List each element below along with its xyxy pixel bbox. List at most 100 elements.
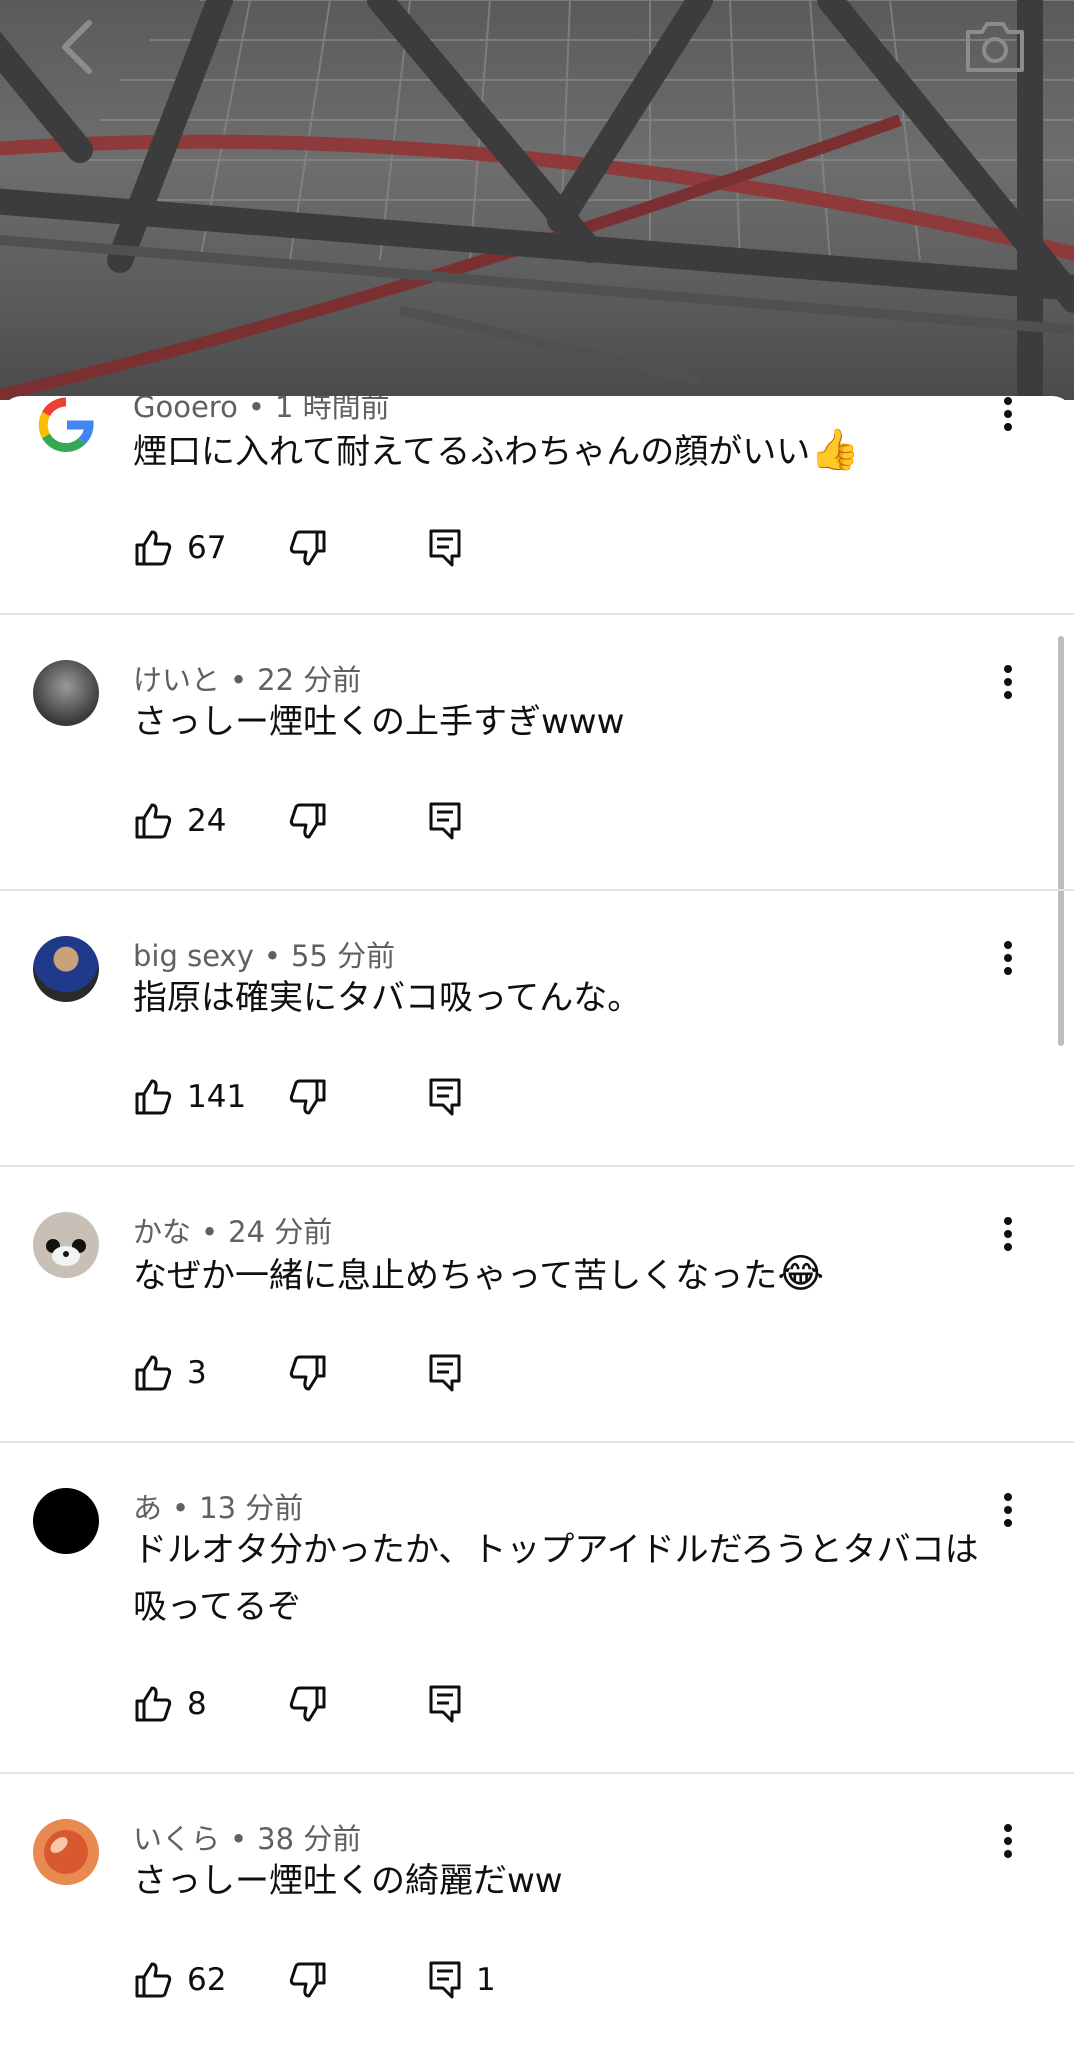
comment-item: big sexy • 55 分前 指原は確実にタバコ吸ってんな。 141 — [0, 891, 1074, 1167]
comment-body: なぜか一緒に息止めちゃって苦しくなった — [133, 1256, 778, 1296]
comment-menu-button[interactable] — [988, 396, 1028, 444]
separator-dot: • — [247, 396, 265, 424]
comment-item: Gooero • 1 時間前 煙口に入れて耐えてるふわちゃんの顔がいい👍 67 — [0, 396, 1074, 615]
dislike-button[interactable] — [288, 1343, 328, 1403]
video-frame — [0, 0, 1074, 400]
thumbs-down-icon — [289, 1686, 326, 1722]
more-vertical-icon — [1004, 941, 1012, 975]
chevron-left-icon — [62, 20, 92, 74]
comment-menu-button[interactable] — [988, 1811, 1028, 1871]
thumbs-down-icon — [289, 1962, 326, 1998]
avatar[interactable] — [33, 1488, 99, 1554]
thumbs-down-icon — [289, 1079, 326, 1115]
panda-icon — [46, 1239, 86, 1266]
comment-menu-button[interactable] — [988, 928, 1028, 988]
like-button[interactable]: 24 — [133, 791, 226, 851]
reply-icon — [429, 529, 461, 567]
more-vertical-icon — [1004, 397, 1012, 431]
comment-item: けいと • 22 分前 さっしー煙吐くの上手すぎwww 24 — [0, 615, 1074, 891]
comment-author[interactable]: けいと — [133, 663, 220, 697]
comment-meta: けいと • 22 分前 — [133, 657, 361, 699]
comment-body: さっしー煙吐くの綺麗だww — [133, 1861, 563, 1901]
comment-body: 指原は確実にタバコ吸ってんな。 — [133, 978, 642, 1018]
like-count: 62 — [187, 1962, 227, 1998]
comment-actions: 3 — [133, 1343, 633, 1403]
comment-meta: あ • 13 分前 — [133, 1485, 303, 1527]
like-count: 3 — [187, 1355, 207, 1391]
like-count: 8 — [187, 1686, 207, 1722]
comment-meta: かな • 24 分前 — [133, 1209, 332, 1251]
comment-item: かな • 24 分前 なぜか一緒に息止めちゃって苦しくなった😂 3 — [0, 1167, 1074, 1443]
comment-author[interactable]: Gooero — [133, 396, 238, 424]
reply-button[interactable] — [428, 1674, 476, 1734]
comment-text: さっしー煙吐くの綺麗だww — [133, 1853, 983, 1910]
comment-meta: いくら • 38 分前 — [133, 1816, 361, 1858]
like-button[interactable]: 67 — [133, 518, 226, 578]
reply-icon — [429, 1354, 461, 1392]
dislike-button[interactable] — [288, 518, 328, 578]
comment-time: 38 分前 — [257, 1822, 362, 1856]
thumbs-down-icon — [289, 530, 326, 566]
comment-text: 指原は確実にタバコ吸ってんな。 — [133, 970, 983, 1027]
more-vertical-icon — [1004, 1824, 1012, 1858]
like-button[interactable]: 62 — [133, 1950, 226, 2010]
comment-text: さっしー煙吐くの上手すぎwww — [133, 694, 983, 751]
avatar[interactable] — [33, 1212, 99, 1278]
screenshot-button[interactable] — [960, 14, 1030, 80]
reply-button[interactable] — [428, 1343, 476, 1403]
dislike-button[interactable] — [288, 791, 328, 851]
avatar[interactable] — [33, 396, 99, 458]
avatar[interactable] — [33, 936, 99, 1002]
reply-icon — [429, 802, 461, 840]
comment-body: さっしー煙吐くの上手すぎwww — [133, 702, 625, 742]
like-button[interactable]: 141 — [133, 1067, 246, 1127]
comment-meta: big sexy • 55 分前 — [133, 933, 395, 975]
comment-author[interactable]: big sexy — [133, 939, 254, 973]
more-vertical-icon — [1004, 665, 1012, 699]
reply-button[interactable] — [428, 1067, 476, 1127]
comment-body: 煙口に入れて耐えてるふわちゃんの顔がいい — [133, 432, 811, 472]
reply-count: 1 — [476, 1962, 496, 1998]
video-player[interactable] — [0, 0, 1074, 400]
comment-menu-button[interactable] — [988, 1204, 1028, 1264]
reply-icon — [429, 1685, 461, 1723]
like-count: 67 — [187, 530, 227, 566]
comment-author[interactable]: あ — [133, 1491, 162, 1525]
dislike-button[interactable] — [288, 1674, 328, 1734]
comment-menu-button[interactable] — [988, 652, 1028, 712]
thumbs-up-icon — [135, 530, 172, 566]
like-button[interactable]: 3 — [133, 1343, 207, 1403]
reply-button[interactable] — [428, 518, 476, 578]
separator-dot: • — [230, 1822, 248, 1856]
comments-panel[interactable]: Gooero • 1 時間前 煙口に入れて耐えてるふわちゃんの顔がいい👍 67 け — [0, 396, 1074, 2048]
comment-actions: 67 — [133, 518, 633, 578]
comment-menu-button[interactable] — [988, 1480, 1028, 1540]
dislike-button[interactable] — [288, 1067, 328, 1127]
comment-body: ドルオタ分かったか、トップアイドルだろうとタバコは吸ってるぞ — [133, 1530, 979, 1627]
comment-actions: 141 — [133, 1067, 633, 1127]
avatar[interactable] — [33, 1819, 99, 1885]
like-button[interactable]: 8 — [133, 1674, 207, 1734]
thumbs-up-icon — [135, 1079, 172, 1115]
comment-author[interactable]: かな — [133, 1215, 191, 1249]
comment-author[interactable]: いくら — [133, 1822, 220, 1856]
avatar[interactable] — [33, 660, 99, 726]
comment-time: 24 分前 — [228, 1215, 333, 1249]
comment-text: ドルオタ分かったか、トップアイドルだろうとタバコは吸ってるぞ — [133, 1522, 983, 1636]
comment-item: いくら • 38 分前 さっしー煙吐くの綺麗だww 62 1 — [0, 1774, 1074, 2048]
like-count: 141 — [187, 1079, 247, 1115]
dislike-button[interactable] — [288, 1950, 328, 2010]
thumbs-up-emoji: 👍 — [810, 427, 861, 473]
reply-button[interactable]: 1 — [428, 1950, 496, 2010]
comment-time: 22 分前 — [257, 663, 362, 697]
thumbs-up-icon — [135, 1355, 172, 1391]
separator-dot: • — [263, 939, 281, 973]
reply-button[interactable] — [428, 791, 476, 851]
back-button[interactable] — [52, 14, 102, 80]
laughing-emoji: 😂 — [777, 1251, 825, 1297]
thumbs-down-icon — [289, 803, 326, 839]
like-count: 24 — [187, 803, 227, 839]
more-vertical-icon — [1004, 1217, 1012, 1251]
camera-icon — [966, 22, 1024, 72]
separator-dot: • — [201, 1215, 219, 1249]
